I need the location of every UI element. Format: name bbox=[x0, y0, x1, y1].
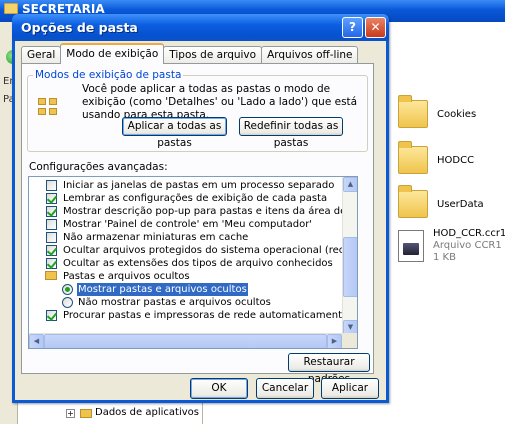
setting-checkbox[interactable] bbox=[46, 245, 57, 256]
explorer-file-pane bbox=[388, 22, 505, 424]
file-item-cookies[interactable]: Cookies bbox=[398, 95, 477, 128]
folder-icon bbox=[398, 141, 428, 174]
file-type: Arquivo CCR1 bbox=[433, 240, 502, 251]
file-name: HODCC bbox=[437, 154, 475, 166]
vertical-scrollbar[interactable]: ▲ ▼ bbox=[342, 177, 357, 335]
tab-file-types[interactable]: Tipos de arquivo bbox=[163, 46, 263, 64]
ok-button[interactable]: OK bbox=[190, 378, 248, 399]
cancel-button[interactable]: Cancelar bbox=[256, 378, 314, 399]
setting-radio[interactable] bbox=[62, 284, 73, 295]
folder-icon bbox=[4, 3, 18, 14]
setting-checkbox[interactable] bbox=[46, 258, 57, 269]
setting-checkbox[interactable] bbox=[46, 310, 57, 321]
setting-label: Procurar pastas e impressoras de rede au… bbox=[63, 310, 349, 321]
setting-label: Mostrar 'Painel de controle' em 'Meu com… bbox=[63, 219, 313, 230]
setting-label: Ocultar arquivos protegidos do sistema o… bbox=[63, 245, 357, 256]
setting-label: Lembrar as configurações de exibição de … bbox=[63, 193, 328, 204]
reset-all-folders-button[interactable]: Redefinir todas as pastas bbox=[239, 117, 343, 149]
tree-item-label[interactable]: Dados de aplicativos bbox=[95, 407, 199, 418]
apply-button[interactable]: Aplicar bbox=[321, 378, 379, 399]
horizontal-scrollbar[interactable]: ◀ ▶ bbox=[29, 333, 342, 348]
scroll-up-icon[interactable]: ▲ bbox=[343, 177, 357, 192]
setting-label: Mostrar descrição pop-up para pastas e i… bbox=[63, 206, 357, 217]
folder-views-legend: Modos de exibição de pasta bbox=[35, 69, 182, 81]
folder-icon bbox=[80, 409, 92, 418]
expand-plus-icon[interactable]: + bbox=[66, 409, 75, 418]
scroll-right-icon[interactable]: ▶ bbox=[327, 334, 342, 348]
setting-label: Iniciar as janelas de pastas em um proce… bbox=[63, 180, 335, 191]
file-size: 1 KB bbox=[433, 252, 456, 263]
setting-checkbox[interactable] bbox=[46, 193, 57, 204]
advanced-settings-label: Configurações avançadas: bbox=[29, 161, 168, 173]
dialog-titlebar[interactable]: Opções de pasta ? ✕ bbox=[12, 14, 389, 41]
setting-checkbox[interactable] bbox=[46, 219, 57, 230]
dialog-body: Geral Modo de exibição Tipos de arquivo … bbox=[15, 41, 386, 400]
tab-strip: Geral Modo de exibição Tipos de arquivo … bbox=[21, 43, 359, 64]
folder-icon bbox=[398, 185, 428, 218]
file-item-hodcc[interactable]: HODCC bbox=[398, 141, 475, 174]
close-button[interactable]: ✕ bbox=[365, 17, 386, 38]
dialog-title: Opções de pasta bbox=[21, 20, 138, 35]
setting-radio[interactable] bbox=[62, 297, 73, 308]
folder-icon bbox=[45, 271, 57, 280]
apply-to-all-folders-button[interactable]: Aplicar a todas as pastas bbox=[122, 117, 227, 149]
setting-label: Não mostrar pastas e arquivos ocultos bbox=[78, 297, 271, 308]
setting-checkbox[interactable] bbox=[46, 180, 57, 191]
tab-general[interactable]: Geral bbox=[21, 46, 62, 64]
setting-checkbox[interactable] bbox=[46, 232, 57, 243]
setting-label: Ocultar as extensões dos tipos de arquiv… bbox=[63, 258, 333, 269]
setting-checkbox[interactable] bbox=[46, 206, 57, 217]
file-item-hod-ccr[interactable]: HOD_CCR.ccr1 Arquivo CCR1 1 KB bbox=[398, 228, 505, 264]
view-tab-panel: Modos de exibição de pasta Você pode apl… bbox=[21, 63, 374, 385]
file-name: Cookies bbox=[437, 108, 477, 120]
advanced-settings-list[interactable]: Iniciar as janelas de pastas em um proce… bbox=[28, 176, 358, 349]
folder-options-dialog: Opções de pasta ? ✕ Geral Modo de exibiç… bbox=[12, 14, 389, 403]
file-name: HOD_CCR.ccr1 bbox=[433, 228, 505, 239]
setting-label: Mostrar pastas e arquivos ocultos bbox=[77, 283, 248, 296]
file-name: UserData bbox=[437, 198, 484, 210]
setting-label: Não armazenar miniaturas em cache bbox=[63, 232, 249, 243]
folder-icon bbox=[398, 95, 428, 128]
tab-offline-files[interactable]: Arquivos off-line bbox=[261, 46, 359, 64]
restore-defaults-button[interactable]: Restaurar padrões bbox=[288, 353, 370, 385]
help-button[interactable]: ? bbox=[342, 17, 363, 38]
horizontal-scroll-thumb[interactable] bbox=[44, 334, 327, 348]
vertical-scroll-thumb[interactable] bbox=[343, 237, 357, 297]
folder-views-group: Modos de exibição de pasta Você pode apl… bbox=[27, 69, 368, 152]
scrollbar-corner bbox=[342, 333, 357, 348]
file-item-userdata[interactable]: UserData bbox=[398, 185, 484, 218]
scroll-left-icon[interactable]: ◀ bbox=[29, 334, 44, 348]
setting-group-label: Pastas e arquivos ocultos bbox=[63, 271, 190, 282]
folder-views-icon bbox=[38, 96, 60, 118]
tab-view-mode[interactable]: Modo de exibição bbox=[60, 43, 165, 64]
ccr-file-icon bbox=[398, 230, 424, 262]
